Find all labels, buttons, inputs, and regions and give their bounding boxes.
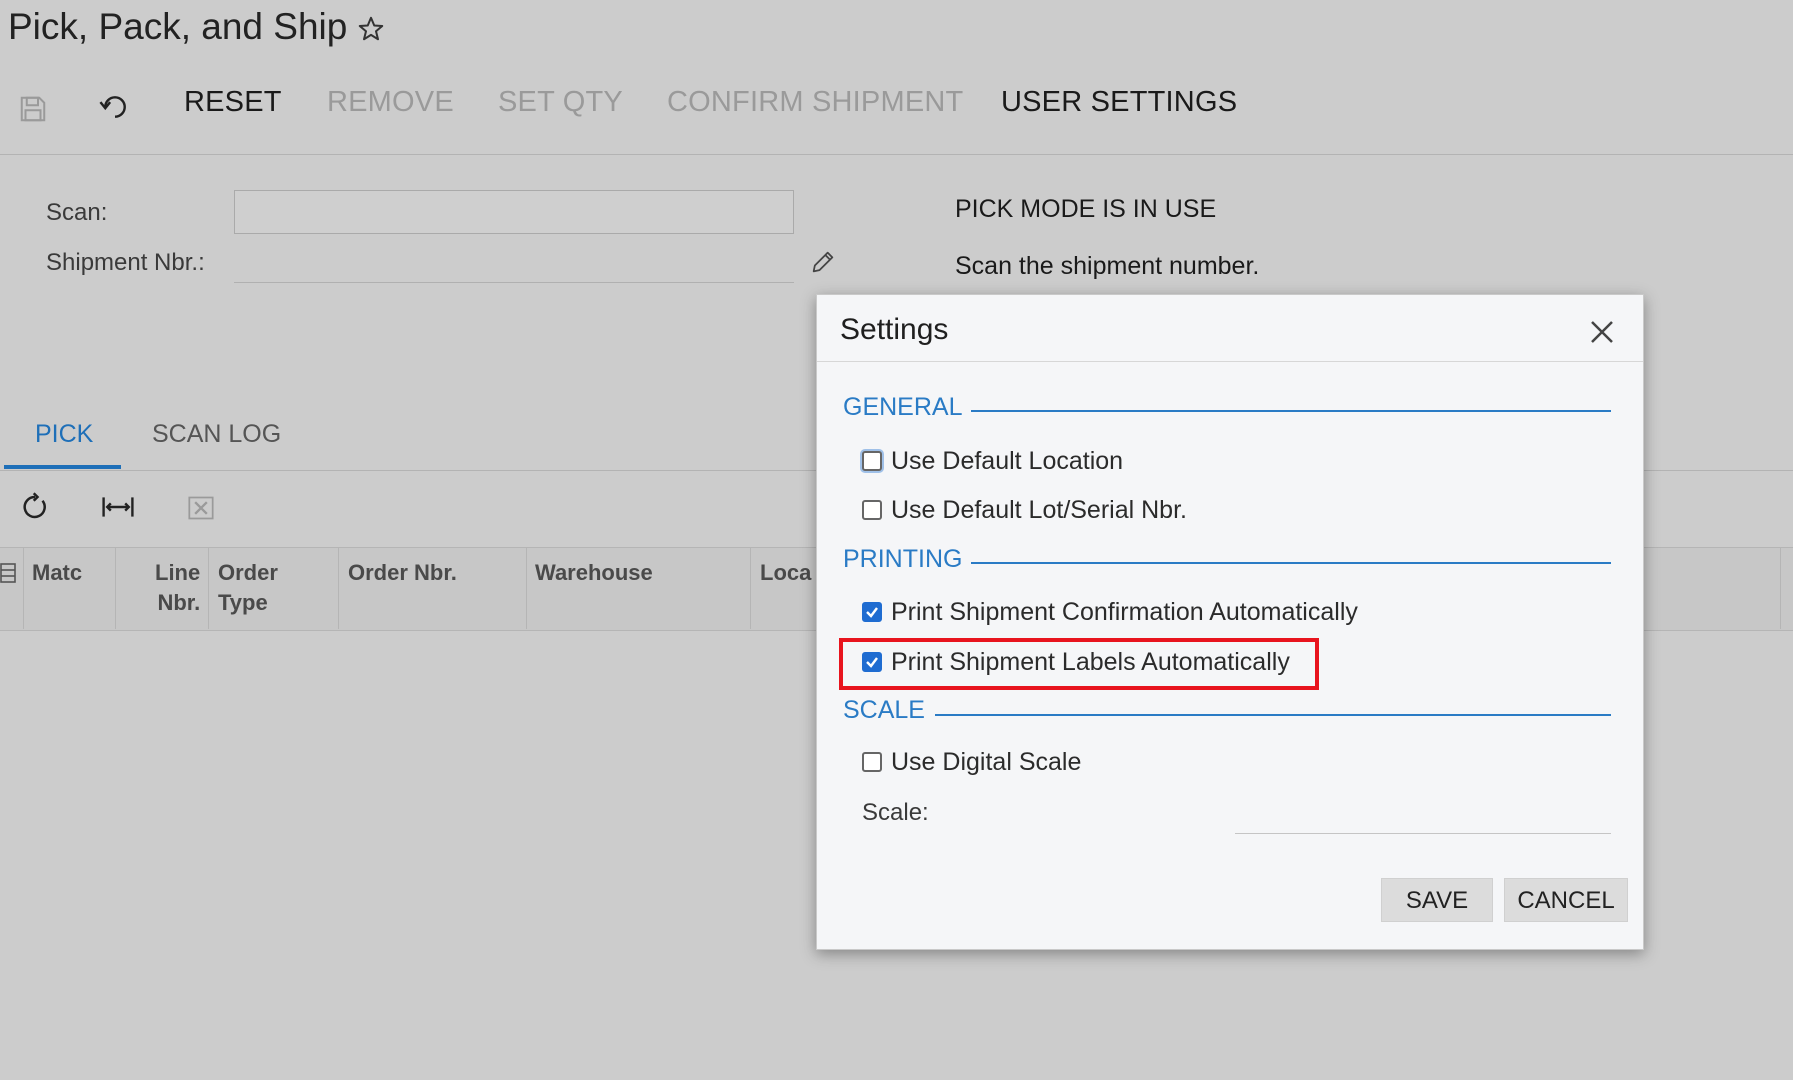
print-labels-checkbox[interactable] (862, 652, 882, 672)
use-default-lot-checkbox[interactable] (862, 500, 882, 520)
toolbar-divider (0, 154, 1793, 155)
section-printing-title: PRINTING (843, 545, 963, 573)
tab-pick[interactable]: PICK (35, 420, 93, 449)
user-settings-button[interactable]: USER SETTINGS (1001, 86, 1237, 119)
column-separator (23, 548, 24, 629)
active-tab-indicator (4, 465, 121, 469)
use-digital-scale-checkbox[interactable] (862, 752, 882, 772)
column-header-line-nbr[interactable]: Line Nbr. (155, 558, 200, 618)
fit-columns-icon[interactable] (100, 492, 136, 522)
section-scale-line (935, 714, 1611, 716)
save-button[interactable]: SAVE (1381, 878, 1493, 922)
print-confirmation-label[interactable]: Print Shipment Confirmation Automaticall… (891, 598, 1358, 627)
refresh-icon[interactable] (20, 492, 50, 522)
star-icon[interactable] (356, 14, 386, 44)
save-icon[interactable] (18, 94, 48, 124)
use-default-lot-label[interactable]: Use Default Lot/Serial Nbr. (891, 496, 1187, 525)
print-confirmation-checkbox[interactable] (862, 602, 882, 622)
column-separator (115, 548, 116, 629)
column-header-order-type[interactable]: Order Type (218, 558, 278, 618)
settings-dialog: Settings GENERAL Use Default Location Us… (816, 294, 1644, 950)
print-labels-label[interactable]: Print Shipment Labels Automatically (891, 648, 1290, 677)
section-general-title: GENERAL (843, 393, 963, 421)
close-icon[interactable] (1587, 317, 1617, 347)
scale-field[interactable] (1235, 833, 1611, 834)
column-separator (338, 548, 339, 629)
dialog-header-divider (817, 361, 1643, 362)
column-separator (208, 548, 209, 629)
column-header-warehouse[interactable]: Warehouse (535, 558, 653, 588)
dialog-title: Settings (840, 313, 949, 346)
excel-export-icon[interactable] (187, 494, 215, 522)
remove-button[interactable]: REMOVE (327, 86, 454, 119)
shipment-nbr-label: Shipment Nbr.: (46, 249, 205, 276)
shipment-nbr-field[interactable] (234, 282, 794, 283)
use-default-location-checkbox[interactable] (862, 451, 882, 471)
page-title: Pick, Pack, and Ship (8, 6, 348, 47)
scale-label: Scale: (862, 799, 929, 826)
confirm-shipment-button[interactable]: CONFIRM SHIPMENT (667, 86, 963, 119)
pencil-icon[interactable] (809, 248, 837, 276)
use-default-location-label[interactable]: Use Default Location (891, 447, 1123, 476)
mode-status-title: PICK MODE IS IN USE (955, 195, 1217, 223)
reset-button[interactable]: RESET (184, 86, 282, 119)
cancel-button[interactable]: CANCEL (1504, 878, 1628, 922)
check-icon (866, 607, 878, 618)
scan-input[interactable] (234, 190, 794, 234)
column-header-match[interactable]: Matc (32, 558, 82, 588)
section-scale-title: SCALE (843, 696, 925, 724)
check-icon (866, 657, 878, 668)
row-selector-icon[interactable] (0, 562, 18, 584)
set-qty-button[interactable]: SET QTY (498, 86, 623, 119)
undo-icon[interactable] (98, 92, 132, 122)
scan-label: Scan: (46, 199, 108, 226)
tab-scan-log[interactable]: SCAN LOG (152, 420, 281, 449)
use-digital-scale-label[interactable]: Use Digital Scale (891, 748, 1081, 777)
mode-status-message: Scan the shipment number. (955, 252, 1260, 280)
column-separator (750, 548, 751, 629)
column-separator (526, 548, 527, 629)
section-general-line (971, 410, 1611, 412)
column-separator (1780, 548, 1781, 629)
section-printing-line (971, 562, 1611, 564)
column-header-order-nbr[interactable]: Order Nbr. (348, 558, 457, 588)
column-header-location[interactable]: Loca (760, 558, 811, 588)
